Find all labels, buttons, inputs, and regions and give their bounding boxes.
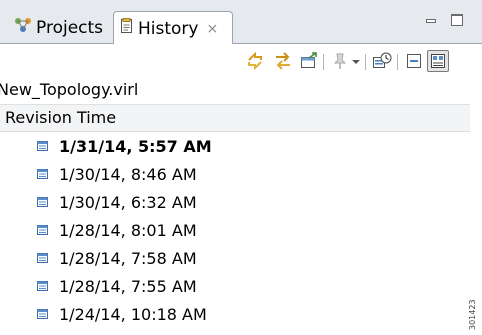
column-header-revision-time[interactable]: Revision Time — [0, 104, 470, 132]
compare-icon[interactable] — [246, 51, 264, 71]
revision-time: 1/30/14, 6:32 AM — [59, 192, 197, 212]
file-name-label: New_Topology.virl — [0, 80, 139, 99]
revision-icon — [37, 281, 48, 291]
toolbar-separator — [323, 54, 324, 70]
filter-history-icon[interactable] — [372, 52, 392, 70]
dropdown-arrow-icon[interactable] — [351, 52, 361, 70]
revision-icon — [37, 197, 48, 207]
minimize-icon[interactable] — [424, 14, 438, 26]
revision-row[interactable]: 1/30/14, 8:46 AM — [0, 160, 470, 188]
tab-strip: Projects History ⨯ — [0, 0, 482, 45]
revision-row[interactable]: 1/28/14, 7:55 AM — [0, 272, 470, 300]
tab-history-label: History — [138, 18, 199, 39]
revision-time: 1/28/14, 8:01 AM — [59, 220, 197, 240]
revision-time: 1/24/14, 10:18 AM — [59, 304, 207, 324]
open-revision-icon[interactable] — [300, 52, 318, 70]
projects-icon — [14, 17, 32, 38]
revision-icon — [37, 253, 48, 263]
revision-time: 1/31/14, 5:57 AM — [59, 136, 212, 156]
toolbar-separator — [365, 54, 366, 70]
revision-list: 1/31/14, 5:57 AM 1/30/14, 8:46 AM 1/30/1… — [0, 132, 470, 328]
revision-row[interactable]: 1/28/14, 7:58 AM — [0, 244, 470, 272]
tab-history[interactable]: History ⨯ — [113, 11, 233, 45]
tab-projects[interactable]: Projects — [12, 11, 112, 44]
collapse-icon[interactable] — [405, 52, 423, 70]
revision-row[interactable]: 1/31/14, 5:57 AM — [0, 132, 470, 160]
revision-row[interactable]: 1/30/14, 6:32 AM — [0, 188, 470, 216]
revision-row[interactable]: 1/28/14, 8:01 AM — [0, 216, 470, 244]
revision-icon — [37, 169, 48, 179]
link-editor-icon[interactable] — [274, 52, 292, 70]
figure-id-mark: 301423 — [468, 299, 477, 330]
maximize-icon[interactable] — [450, 14, 464, 26]
history-toolbar — [0, 44, 482, 80]
revision-time: 1/30/14, 8:46 AM — [59, 164, 197, 184]
layout-icon[interactable] — [427, 50, 449, 72]
pin-icon[interactable] — [331, 52, 349, 70]
revision-icon — [37, 309, 48, 319]
revision-time: 1/28/14, 7:58 AM — [59, 248, 197, 268]
toolbar-separator — [397, 54, 398, 70]
revision-time: 1/28/14, 7:55 AM — [59, 276, 197, 296]
history-view: Projects History ⨯ New_Topology.virl Rev… — [0, 0, 482, 335]
history-icon — [120, 18, 134, 39]
revision-row[interactable]: 1/24/14, 10:18 AM — [0, 300, 470, 328]
revision-icon — [37, 225, 48, 235]
close-icon[interactable]: ⨯ — [206, 21, 218, 37]
revision-icon — [37, 141, 48, 151]
tab-projects-label: Projects — [36, 17, 104, 38]
